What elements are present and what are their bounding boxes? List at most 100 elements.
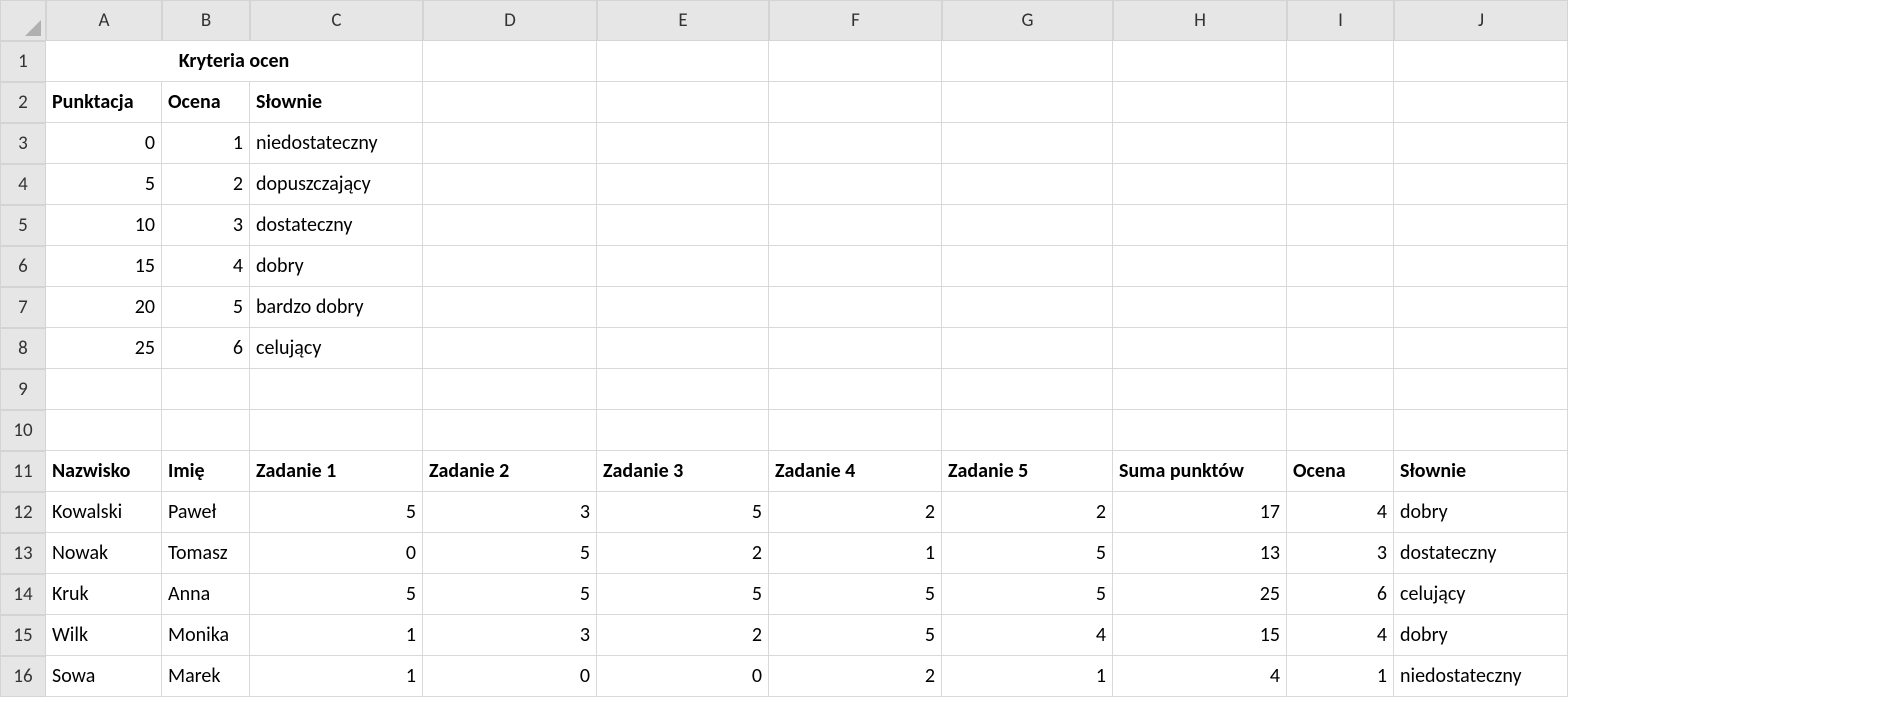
empty-cell[interactable]	[1287, 123, 1394, 164]
col-header-I[interactable]: I	[1287, 0, 1394, 41]
header2-d[interactable]: Zadanie 2	[423, 451, 597, 492]
empty-cell[interactable]	[250, 369, 423, 410]
criteria-pkt[interactable]: 15	[46, 246, 162, 287]
student-z1[interactable]: 1	[250, 615, 423, 656]
row-header-3[interactable]: 3	[0, 123, 46, 164]
empty-cell[interactable]	[597, 205, 769, 246]
row-header-6[interactable]: 6	[0, 246, 46, 287]
empty-cell[interactable]	[1287, 246, 1394, 287]
empty-cell[interactable]	[597, 164, 769, 205]
empty-cell[interactable]	[769, 82, 942, 123]
student-z3[interactable]: 2	[597, 533, 769, 574]
spreadsheet-grid[interactable]: ABCDEFGHIJ1Kryteria ocen2PunktacjaOcenaS…	[0, 0, 1893, 697]
student-z4[interactable]: 5	[769, 615, 942, 656]
student-z5[interactable]: 5	[942, 533, 1113, 574]
col-header-E[interactable]: E	[597, 0, 769, 41]
empty-cell[interactable]	[597, 246, 769, 287]
empty-cell[interactable]	[942, 287, 1113, 328]
empty-cell[interactable]	[769, 246, 942, 287]
row-header-12[interactable]: 12	[0, 492, 46, 533]
empty-cell[interactable]	[942, 410, 1113, 451]
row-header-16[interactable]: 16	[0, 656, 46, 697]
criteria-pkt[interactable]: 5	[46, 164, 162, 205]
header2-i[interactable]: Ocena	[1287, 451, 1394, 492]
empty-cell[interactable]	[1287, 369, 1394, 410]
header2-f[interactable]: Zadanie 4	[769, 451, 942, 492]
criteria-ocena[interactable]: 1	[162, 123, 250, 164]
student-suma[interactable]: 25	[1113, 574, 1287, 615]
empty-cell[interactable]	[769, 205, 942, 246]
row-header-7[interactable]: 7	[0, 287, 46, 328]
header2-e[interactable]: Zadanie 3	[597, 451, 769, 492]
empty-cell[interactable]	[423, 82, 597, 123]
empty-cell[interactable]	[1113, 369, 1287, 410]
empty-cell[interactable]	[1287, 41, 1394, 82]
student-z2[interactable]: 3	[423, 615, 597, 656]
empty-cell[interactable]	[942, 369, 1113, 410]
student-imie[interactable]: Anna	[162, 574, 250, 615]
criteria-pkt[interactable]: 10	[46, 205, 162, 246]
student-imie[interactable]: Marek	[162, 656, 250, 697]
empty-cell[interactable]	[1394, 41, 1568, 82]
empty-cell[interactable]	[942, 246, 1113, 287]
empty-cell[interactable]	[597, 287, 769, 328]
student-suma[interactable]: 4	[1113, 656, 1287, 697]
header2-g[interactable]: Zadanie 5	[942, 451, 1113, 492]
row-header-5[interactable]: 5	[0, 205, 46, 246]
empty-cell[interactable]	[769, 287, 942, 328]
criteria-pkt[interactable]: 0	[46, 123, 162, 164]
header-a[interactable]: Punktacja	[46, 82, 162, 123]
student-z2[interactable]: 0	[423, 656, 597, 697]
criteria-slownie[interactable]: niedostateczny	[250, 123, 423, 164]
col-header-D[interactable]: D	[423, 0, 597, 41]
student-z4[interactable]: 2	[769, 492, 942, 533]
empty-cell[interactable]	[1113, 287, 1287, 328]
student-slownie[interactable]: dobry	[1394, 615, 1568, 656]
student-ocena[interactable]: 1	[1287, 656, 1394, 697]
student-z5[interactable]: 1	[942, 656, 1113, 697]
student-imie[interactable]: Tomasz	[162, 533, 250, 574]
empty-cell[interactable]	[46, 369, 162, 410]
col-header-A[interactable]: A	[46, 0, 162, 41]
empty-cell[interactable]	[1394, 164, 1568, 205]
row-header-9[interactable]: 9	[0, 369, 46, 410]
header-b[interactable]: Ocena	[162, 82, 250, 123]
empty-cell[interactable]	[1113, 41, 1287, 82]
row-header-14[interactable]: 14	[0, 574, 46, 615]
student-slownie[interactable]: niedostateczny	[1394, 656, 1568, 697]
empty-cell[interactable]	[423, 410, 597, 451]
criteria-slownie[interactable]: dobry	[250, 246, 423, 287]
row-header-11[interactable]: 11	[0, 451, 46, 492]
student-z3[interactable]: 0	[597, 656, 769, 697]
student-z2[interactable]: 5	[423, 533, 597, 574]
header2-h[interactable]: Suma punktów	[1113, 451, 1287, 492]
empty-cell[interactable]	[942, 328, 1113, 369]
empty-cell[interactable]	[1394, 287, 1568, 328]
empty-cell[interactable]	[942, 41, 1113, 82]
student-z3[interactable]: 2	[597, 615, 769, 656]
empty-cell[interactable]	[162, 410, 250, 451]
student-imie[interactable]: Monika	[162, 615, 250, 656]
student-nazwisko[interactable]: Wilk	[46, 615, 162, 656]
student-z5[interactable]: 5	[942, 574, 1113, 615]
empty-cell[interactable]	[1113, 410, 1287, 451]
empty-cell[interactable]	[423, 123, 597, 164]
student-ocena[interactable]: 4	[1287, 492, 1394, 533]
student-z1[interactable]: 5	[250, 492, 423, 533]
student-imie[interactable]: Paweł	[162, 492, 250, 533]
empty-cell[interactable]	[1113, 82, 1287, 123]
student-z2[interactable]: 5	[423, 574, 597, 615]
empty-cell[interactable]	[1113, 123, 1287, 164]
empty-cell[interactable]	[1394, 123, 1568, 164]
student-z1[interactable]: 0	[250, 533, 423, 574]
empty-cell[interactable]	[1287, 164, 1394, 205]
empty-cell[interactable]	[423, 41, 597, 82]
empty-cell[interactable]	[1287, 410, 1394, 451]
empty-cell[interactable]	[1394, 328, 1568, 369]
col-header-B[interactable]: B	[162, 0, 250, 41]
empty-cell[interactable]	[1394, 205, 1568, 246]
criteria-ocena[interactable]: 2	[162, 164, 250, 205]
empty-cell[interactable]	[1287, 328, 1394, 369]
header2-a[interactable]: Nazwisko	[46, 451, 162, 492]
student-nazwisko[interactable]: Nowak	[46, 533, 162, 574]
